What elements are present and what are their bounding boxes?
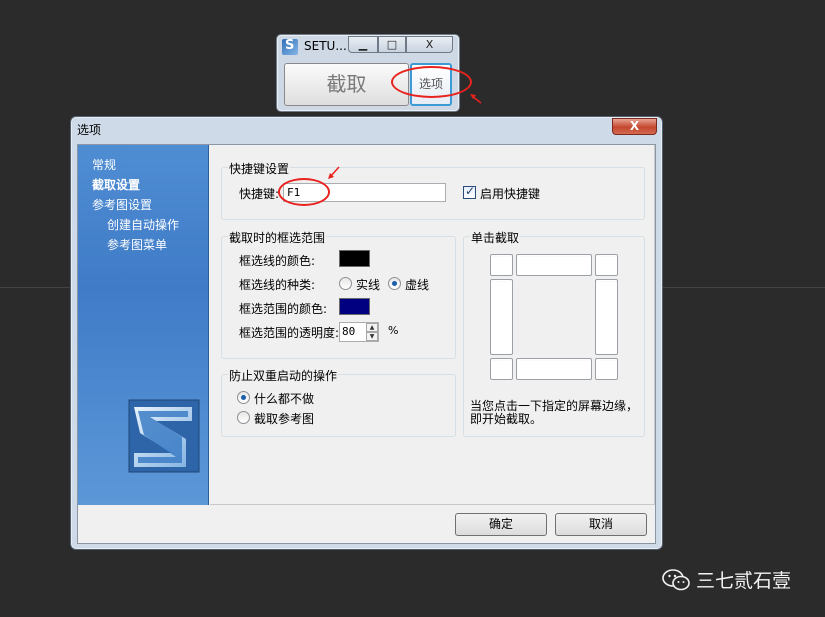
maximize-icon: □ xyxy=(386,38,398,51)
line-color-label: 框选线的颜色: xyxy=(239,254,316,268)
click-capture-description-2: 即开始截取。 xyxy=(470,412,543,426)
hotkey-highlight-ellipse xyxy=(278,178,330,206)
app-logo-icon xyxy=(282,38,298,55)
setup-logo-icon xyxy=(128,399,200,473)
selection-range-group: 截取时的框选范围 框选线的颜色: 框选线的种类: 实线 虚线 框选范围的颜色: … xyxy=(221,229,456,359)
fill-color-swatch[interactable] xyxy=(339,298,370,315)
hotkey-group-title: 快捷键设置 xyxy=(228,160,291,177)
prevent-double-start-title: 防止双重启动的操作 xyxy=(228,367,339,384)
options-highlight-ellipse xyxy=(391,66,472,98)
cancel-button[interactable]: 取消 xyxy=(555,513,647,536)
minimize-icon: ▁ xyxy=(358,38,368,51)
edge-bottom-right-button[interactable] xyxy=(595,358,618,380)
settings-content: 快捷键设置 快捷键: F1 启用快捷键 截取时的框选范围 框选线的颜色: 框选线… xyxy=(210,145,655,505)
do-nothing-radio[interactable] xyxy=(237,391,250,404)
sidebar-item-reference-menu[interactable]: 参考图菜单 xyxy=(107,236,167,253)
edge-right-button[interactable] xyxy=(595,279,618,355)
capture-reference-radio[interactable] xyxy=(237,411,250,424)
edge-top-button[interactable] xyxy=(516,254,592,276)
dialog-close-button[interactable]: X xyxy=(612,118,657,135)
close-icon: X xyxy=(425,38,434,51)
enable-hotkey-checkbox[interactable] xyxy=(463,184,476,199)
options-dialog-title: 选项 xyxy=(77,123,102,137)
capture-reference-label: 截取参考图 xyxy=(254,412,315,426)
minimize-button[interactable]: ▁ xyxy=(348,36,378,53)
prevent-double-start-group: 防止双重启动的操作 什么都不做 截取参考图 xyxy=(221,367,456,437)
opacity-unit: % xyxy=(388,324,399,337)
sidebar-item-create-auto-action[interactable]: 创建自动操作 xyxy=(107,216,179,233)
edge-bottom-button[interactable] xyxy=(516,358,592,380)
ok-button[interactable]: 确定 xyxy=(455,513,547,536)
click-capture-group: 单击截取 当您点击一下指定的屏幕边缘， 即开始截取。 xyxy=(463,229,645,437)
edge-top-right-button[interactable] xyxy=(595,254,618,276)
sidebar-item-general[interactable]: 常规 xyxy=(92,156,116,173)
setup-window-title: SETU... xyxy=(304,39,347,53)
options-arrow xyxy=(471,95,482,104)
settings-sidebar: 常规 截取设置 参考图设置 创建自动操作 参考图菜单 xyxy=(78,145,209,505)
opacity-up-icon[interactable]: ▲ xyxy=(366,323,378,332)
options-arrow-head xyxy=(470,94,476,99)
opacity-down-icon[interactable]: ▼ xyxy=(366,332,378,341)
enable-hotkey-label: 启用快捷键 xyxy=(480,187,541,201)
edge-bottom-left-button[interactable] xyxy=(490,358,513,380)
click-capture-title: 单击截取 xyxy=(470,229,521,246)
edge-top-left-button[interactable] xyxy=(490,254,513,276)
dashed-line-label: 虚线 xyxy=(405,278,430,292)
capture-button[interactable]: 截取 xyxy=(284,63,409,106)
edge-left-button[interactable] xyxy=(490,279,513,355)
maximize-button[interactable]: □ xyxy=(378,36,406,53)
solid-line-radio[interactable] xyxy=(339,277,352,290)
dashed-line-radio[interactable] xyxy=(388,277,401,290)
line-type-label: 框选线的种类: xyxy=(239,278,316,292)
wechat-icon xyxy=(662,569,690,591)
setup-window-titlebar[interactable]: SETU... ▁ □ X xyxy=(277,35,459,57)
options-dialog: 选项 X 常规 截取设置 参考图设置 创建自动操作 参考图菜单 快捷键设置 快捷… xyxy=(70,116,663,550)
do-nothing-label: 什么都不做 xyxy=(254,392,315,406)
sidebar-item-reference-settings[interactable]: 参考图设置 xyxy=(92,196,152,213)
selection-range-group-title: 截取时的框选范围 xyxy=(228,229,327,246)
watermark-text: 三七贰石壹 xyxy=(696,570,792,592)
sidebar-item-capture-settings[interactable]: 截取设置 xyxy=(92,176,140,193)
hotkey-label: 快捷键: xyxy=(239,187,280,201)
fill-color-label: 框选范围的颜色: xyxy=(239,302,328,316)
close-button[interactable]: X xyxy=(406,36,453,53)
opacity-label: 框选范围的透明度: xyxy=(239,326,340,340)
dialog-client-area: 常规 截取设置 参考图设置 创建自动操作 参考图菜单 快捷键设置 快捷键: F1… xyxy=(77,144,656,544)
line-color-swatch[interactable] xyxy=(339,250,370,267)
solid-line-label: 实线 xyxy=(356,278,381,292)
